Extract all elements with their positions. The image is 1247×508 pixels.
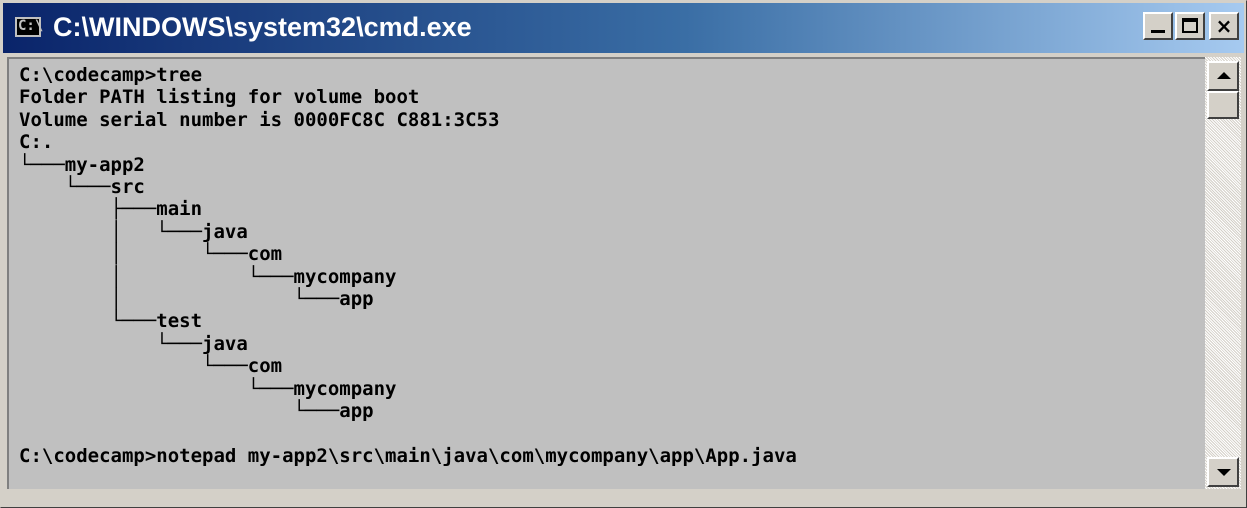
console-line: │ └───java xyxy=(19,220,248,243)
console-line: │ └───mycompany xyxy=(19,265,397,288)
console-line: C:. xyxy=(19,131,54,154)
console-output: C:\codecamp>tree Folder PATH listing for … xyxy=(19,64,797,467)
console-line: └───com xyxy=(19,355,283,378)
window-title: C:\WINDOWS\system32\cmd.exe xyxy=(53,12,472,42)
console-line: └───app xyxy=(19,400,374,423)
console-line: └───mycompany xyxy=(19,377,397,400)
console-line: Volume serial number is 0000FC8C C881:3C… xyxy=(19,108,500,131)
close-icon: × xyxy=(1215,14,1233,38)
minimize-icon xyxy=(1151,30,1165,33)
cmd-icon[interactable]: C:\ xyxy=(15,17,44,37)
scrollbar-thumb[interactable] xyxy=(1207,91,1239,119)
vertical-scrollbar[interactable] xyxy=(1205,57,1241,489)
maximize-button[interactable] xyxy=(1175,12,1205,40)
cmd-window: C:\ C:\WINDOWS\system32\cmd.exe × C:\cod… xyxy=(0,0,1247,508)
title-bar[interactable]: C:\ C:\WINDOWS\system32\cmd.exe × xyxy=(3,3,1244,53)
maximize-icon xyxy=(1182,18,1198,33)
console-line: ├───main xyxy=(19,198,203,221)
minimize-button[interactable] xyxy=(1143,12,1173,40)
console-line: └───test xyxy=(19,310,203,333)
console-line: Folder PATH listing for volume boot xyxy=(19,86,420,109)
console-line: └───java xyxy=(19,332,248,355)
cmd-icon-text: C:\ xyxy=(18,18,44,34)
console-line: │ └───app xyxy=(19,288,374,311)
console-line: C:\codecamp>tree xyxy=(19,64,203,86)
console-line: └───my-app2 xyxy=(19,153,145,176)
console-line: └───src xyxy=(19,176,145,199)
console-line: C:\codecamp>notepad my-app2\src\main\jav… xyxy=(19,444,797,467)
close-button[interactable]: × xyxy=(1209,12,1239,40)
scroll-up-button[interactable] xyxy=(1207,61,1239,91)
console-line: │ └───com xyxy=(19,243,283,266)
scroll-down-button[interactable] xyxy=(1207,457,1239,487)
console-area[interactable]: C:\codecamp>tree Folder PATH listing for … xyxy=(7,57,1205,489)
